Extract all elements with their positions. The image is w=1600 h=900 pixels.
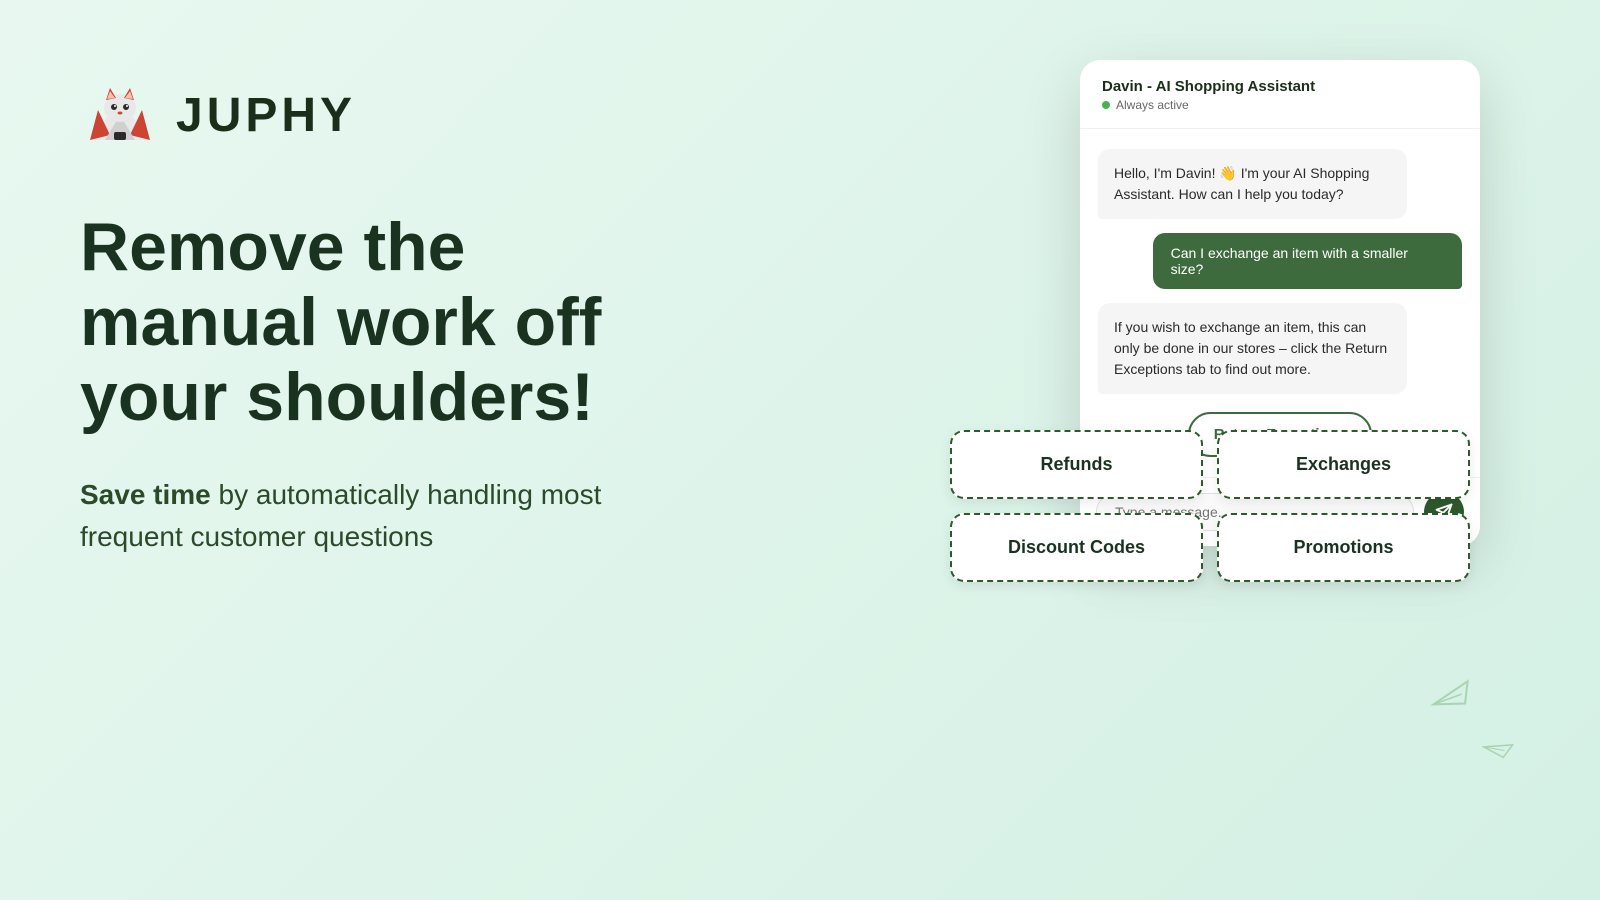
chat-header-status: Always active <box>1102 98 1458 112</box>
quick-reply-promotions[interactable]: Promotions <box>1217 513 1470 582</box>
message-user-exchange: Can I exchange an item with a smaller si… <box>1153 233 1462 289</box>
status-text: Always active <box>1116 98 1189 112</box>
subtext-bold: Save time <box>80 479 211 510</box>
message-bot-exchange-reply: If you wish to exchange an item, this ca… <box>1098 303 1407 394</box>
chat-widget: Davin - AI Shopping Assistant Always act… <box>1080 60 1480 546</box>
chat-header: Davin - AI Shopping Assistant Always act… <box>1080 60 1480 129</box>
paper-planes-decoration <box>1420 675 1540 795</box>
status-dot-icon <box>1102 101 1110 109</box>
subtext: Save time by automatically handling most… <box>80 474 700 558</box>
quick-reply-discount-codes[interactable]: Discount Codes <box>950 513 1203 582</box>
message-bot-greeting: Hello, I'm Davin! 👋 I'm your AI Shopping… <box>1098 149 1407 219</box>
chat-body: Hello, I'm Davin! 👋 I'm your AI Shopping… <box>1080 129 1480 477</box>
brand-name: JUPHY <box>176 88 356 143</box>
logo-fox-icon <box>80 80 160 150</box>
quick-reply-refunds[interactable]: Refunds <box>950 430 1203 499</box>
quick-replies-container: Refunds Exchanges Discount Codes Promoti… <box>950 430 1470 582</box>
left-section: JUPHY Remove the manual work off your sh… <box>80 80 700 558</box>
headline: Remove the manual work off your shoulder… <box>80 210 700 434</box>
decorative-planes <box>1420 675 1540 800</box>
chat-header-name: Davin - AI Shopping Assistant <box>1102 78 1458 95</box>
logo-container: JUPHY <box>80 80 700 150</box>
quick-reply-exchanges[interactable]: Exchanges <box>1217 430 1470 499</box>
